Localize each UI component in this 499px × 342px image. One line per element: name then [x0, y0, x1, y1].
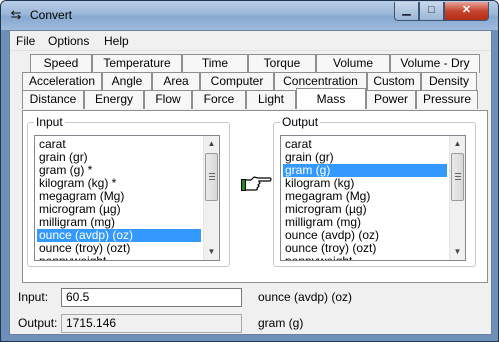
tab-distance[interactable]: Distance: [22, 90, 84, 109]
scroll-thumb[interactable]: [451, 153, 464, 201]
input-label: Input:: [18, 290, 49, 304]
menu-file[interactable]: File: [16, 34, 35, 48]
menu-bar: File Options Help: [10, 31, 491, 51]
tab-power[interactable]: Power: [366, 90, 416, 109]
input-unit-label: ounce (avdp) (oz): [258, 290, 353, 304]
tab-pressure[interactable]: Pressure: [416, 90, 478, 109]
input-list-item[interactable]: pennyweight: [37, 255, 201, 261]
maximize-button[interactable]: □: [419, 2, 444, 21]
tab-area[interactable]: Area: [152, 72, 200, 91]
output-list-item[interactable]: pennyweight: [283, 255, 447, 261]
output-value-field[interactable]: 1715.146: [61, 314, 242, 333]
scroll-down-arrow-icon[interactable]: ▼: [204, 244, 219, 260]
output-list-scrollbar[interactable]: ▲ ▼: [449, 136, 465, 260]
input-value-field[interactable]: 60.5: [61, 288, 242, 307]
scroll-up-arrow-icon[interactable]: ▲: [450, 136, 465, 152]
output-unit-list[interactable]: carat grain (gr) gram (g) kilogram (kg) …: [280, 135, 466, 261]
tab-angle[interactable]: Angle: [102, 72, 152, 91]
tab-time[interactable]: Time: [182, 54, 248, 73]
input-group-legend: Input: [34, 115, 65, 129]
convert-arrows-icon: ⇆: [10, 7, 22, 22]
menu-options[interactable]: Options: [48, 34, 89, 48]
tab-volume-dry[interactable]: Volume - Dry: [390, 54, 480, 73]
tab-force[interactable]: Force: [192, 90, 246, 109]
client-area: File Options Help Speed Temperature Time…: [9, 30, 492, 335]
pointing-hand-icon: [241, 176, 272, 191]
tab-custom[interactable]: Custom: [367, 72, 421, 91]
scroll-thumb[interactable]: [205, 153, 218, 201]
output-label: Output:: [18, 316, 58, 330]
input-group: Input carat grain (gr) gram (g) * kilogr…: [27, 115, 230, 267]
scroll-down-arrow-icon[interactable]: ▼: [450, 244, 465, 260]
output-unit-label: gram (g): [258, 316, 304, 330]
input-unit-list[interactable]: carat grain (gr) gram (g) * kilogram (kg…: [34, 135, 220, 261]
window-title: Convert: [30, 8, 73, 22]
input-list-scrollbar[interactable]: ▲ ▼: [203, 136, 219, 260]
tab-row-1: Speed Temperature Time Torque Volume Vol…: [10, 54, 491, 73]
scroll-up-arrow-icon[interactable]: ▲: [204, 136, 219, 152]
tab-light[interactable]: Light: [246, 90, 296, 109]
output-group-legend: Output: [280, 115, 321, 129]
close-button[interactable]: ✕: [444, 2, 489, 21]
tab-torque[interactable]: Torque: [248, 54, 316, 73]
tab-energy[interactable]: Energy: [84, 90, 144, 109]
tab-density[interactable]: Density: [421, 72, 477, 91]
tab-computer[interactable]: Computer: [200, 72, 274, 91]
tab-mass[interactable]: Mass: [296, 88, 366, 109]
tab-acceleration[interactable]: Acceleration: [22, 72, 102, 91]
tab-volume[interactable]: Volume: [316, 54, 390, 73]
tab-temperature[interactable]: Temperature: [92, 54, 182, 73]
menu-help[interactable]: Help: [104, 34, 129, 48]
convert-window: ⇆ Convert ▁ □ ✕ File Options Help Speed …: [0, 0, 499, 342]
title-bar[interactable]: ⇆ Convert ▁ □ ✕: [1, 1, 498, 30]
tab-flow[interactable]: Flow: [144, 90, 192, 109]
tab-row-2: Acceleration Angle Area Computer Concent…: [10, 72, 491, 91]
output-group: Output carat grain (gr) gram (g) kilogra…: [273, 115, 476, 267]
tab-row-3: Distance Energy Flow Force Light Mass Po…: [10, 88, 491, 109]
minimize-button[interactable]: ▁: [394, 2, 419, 21]
tab-speed[interactable]: Speed: [30, 54, 92, 73]
